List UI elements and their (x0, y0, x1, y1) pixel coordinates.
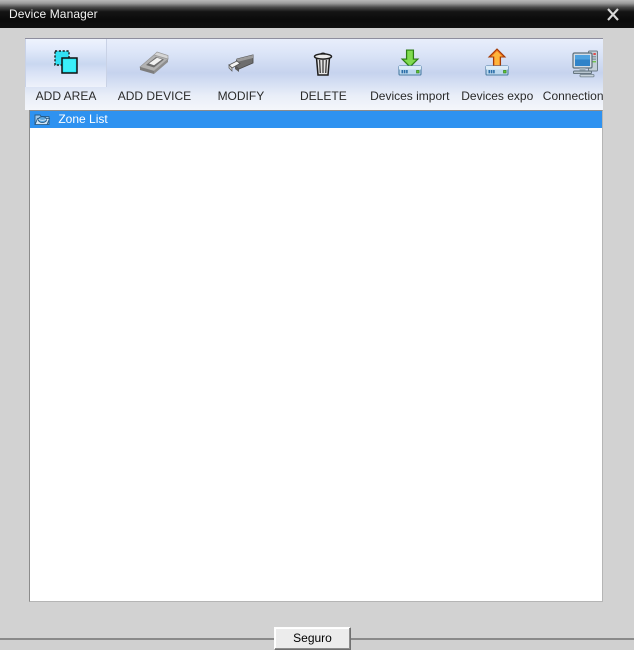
toolbar-button-connection-test[interactable]: Connection Test (542, 39, 603, 110)
modify-icon (202, 39, 280, 87)
toolbar-label: Devices expo (461, 90, 534, 103)
devices-import-icon (367, 39, 453, 87)
dialog-footer: Seguro (0, 602, 634, 650)
tree-item-label: Zone List (58, 112, 108, 126)
toolbar-button-delete[interactable]: DELETE (284, 39, 362, 110)
zone-list-icon (34, 112, 51, 126)
toolbar-label: Connection Test (542, 90, 603, 103)
client-area: ADD AREA ADD DEVICE MODIFY DELETE Device… (0, 28, 634, 650)
tree-item-zone-list[interactable]: Zone List (30, 111, 602, 128)
toolbar-button-devices-import[interactable]: Devices import (367, 39, 453, 110)
connection-test-icon (542, 39, 603, 87)
toolbar-label: DELETE (300, 90, 347, 103)
toolbar: ADD AREA ADD DEVICE MODIFY DELETE Device… (25, 38, 603, 110)
devices-export-icon (457, 39, 537, 87)
toolbar-label: ADD AREA (35, 90, 97, 103)
seguro-button[interactable]: Seguro (274, 627, 351, 650)
toolbar-button-add-device[interactable]: ADD DEVICE (111, 39, 197, 110)
toolbar-button-modify[interactable]: MODIFY (202, 39, 280, 110)
add-area-icon (25, 39, 107, 87)
add-device-icon (111, 39, 197, 87)
title-bar: Device Manager (0, 0, 634, 28)
toolbar-button-devices-export[interactable]: Devices expo (457, 39, 537, 110)
zone-tree-panel[interactable]: Zone List (29, 110, 603, 602)
toolbar-label: ADD DEVICE (117, 90, 192, 103)
toolbar-label: Devices import (370, 90, 450, 103)
window-title: Device Manager (9, 7, 98, 21)
toolbar-label: MODIFY (217, 90, 265, 103)
device-manager-window: Device Manager ADD AREA ADD DEVICE MODIF… (0, 0, 634, 650)
delete-icon (284, 39, 362, 87)
close-icon[interactable] (600, 3, 626, 27)
toolbar-button-add-area[interactable]: ADD AREA (25, 39, 107, 110)
